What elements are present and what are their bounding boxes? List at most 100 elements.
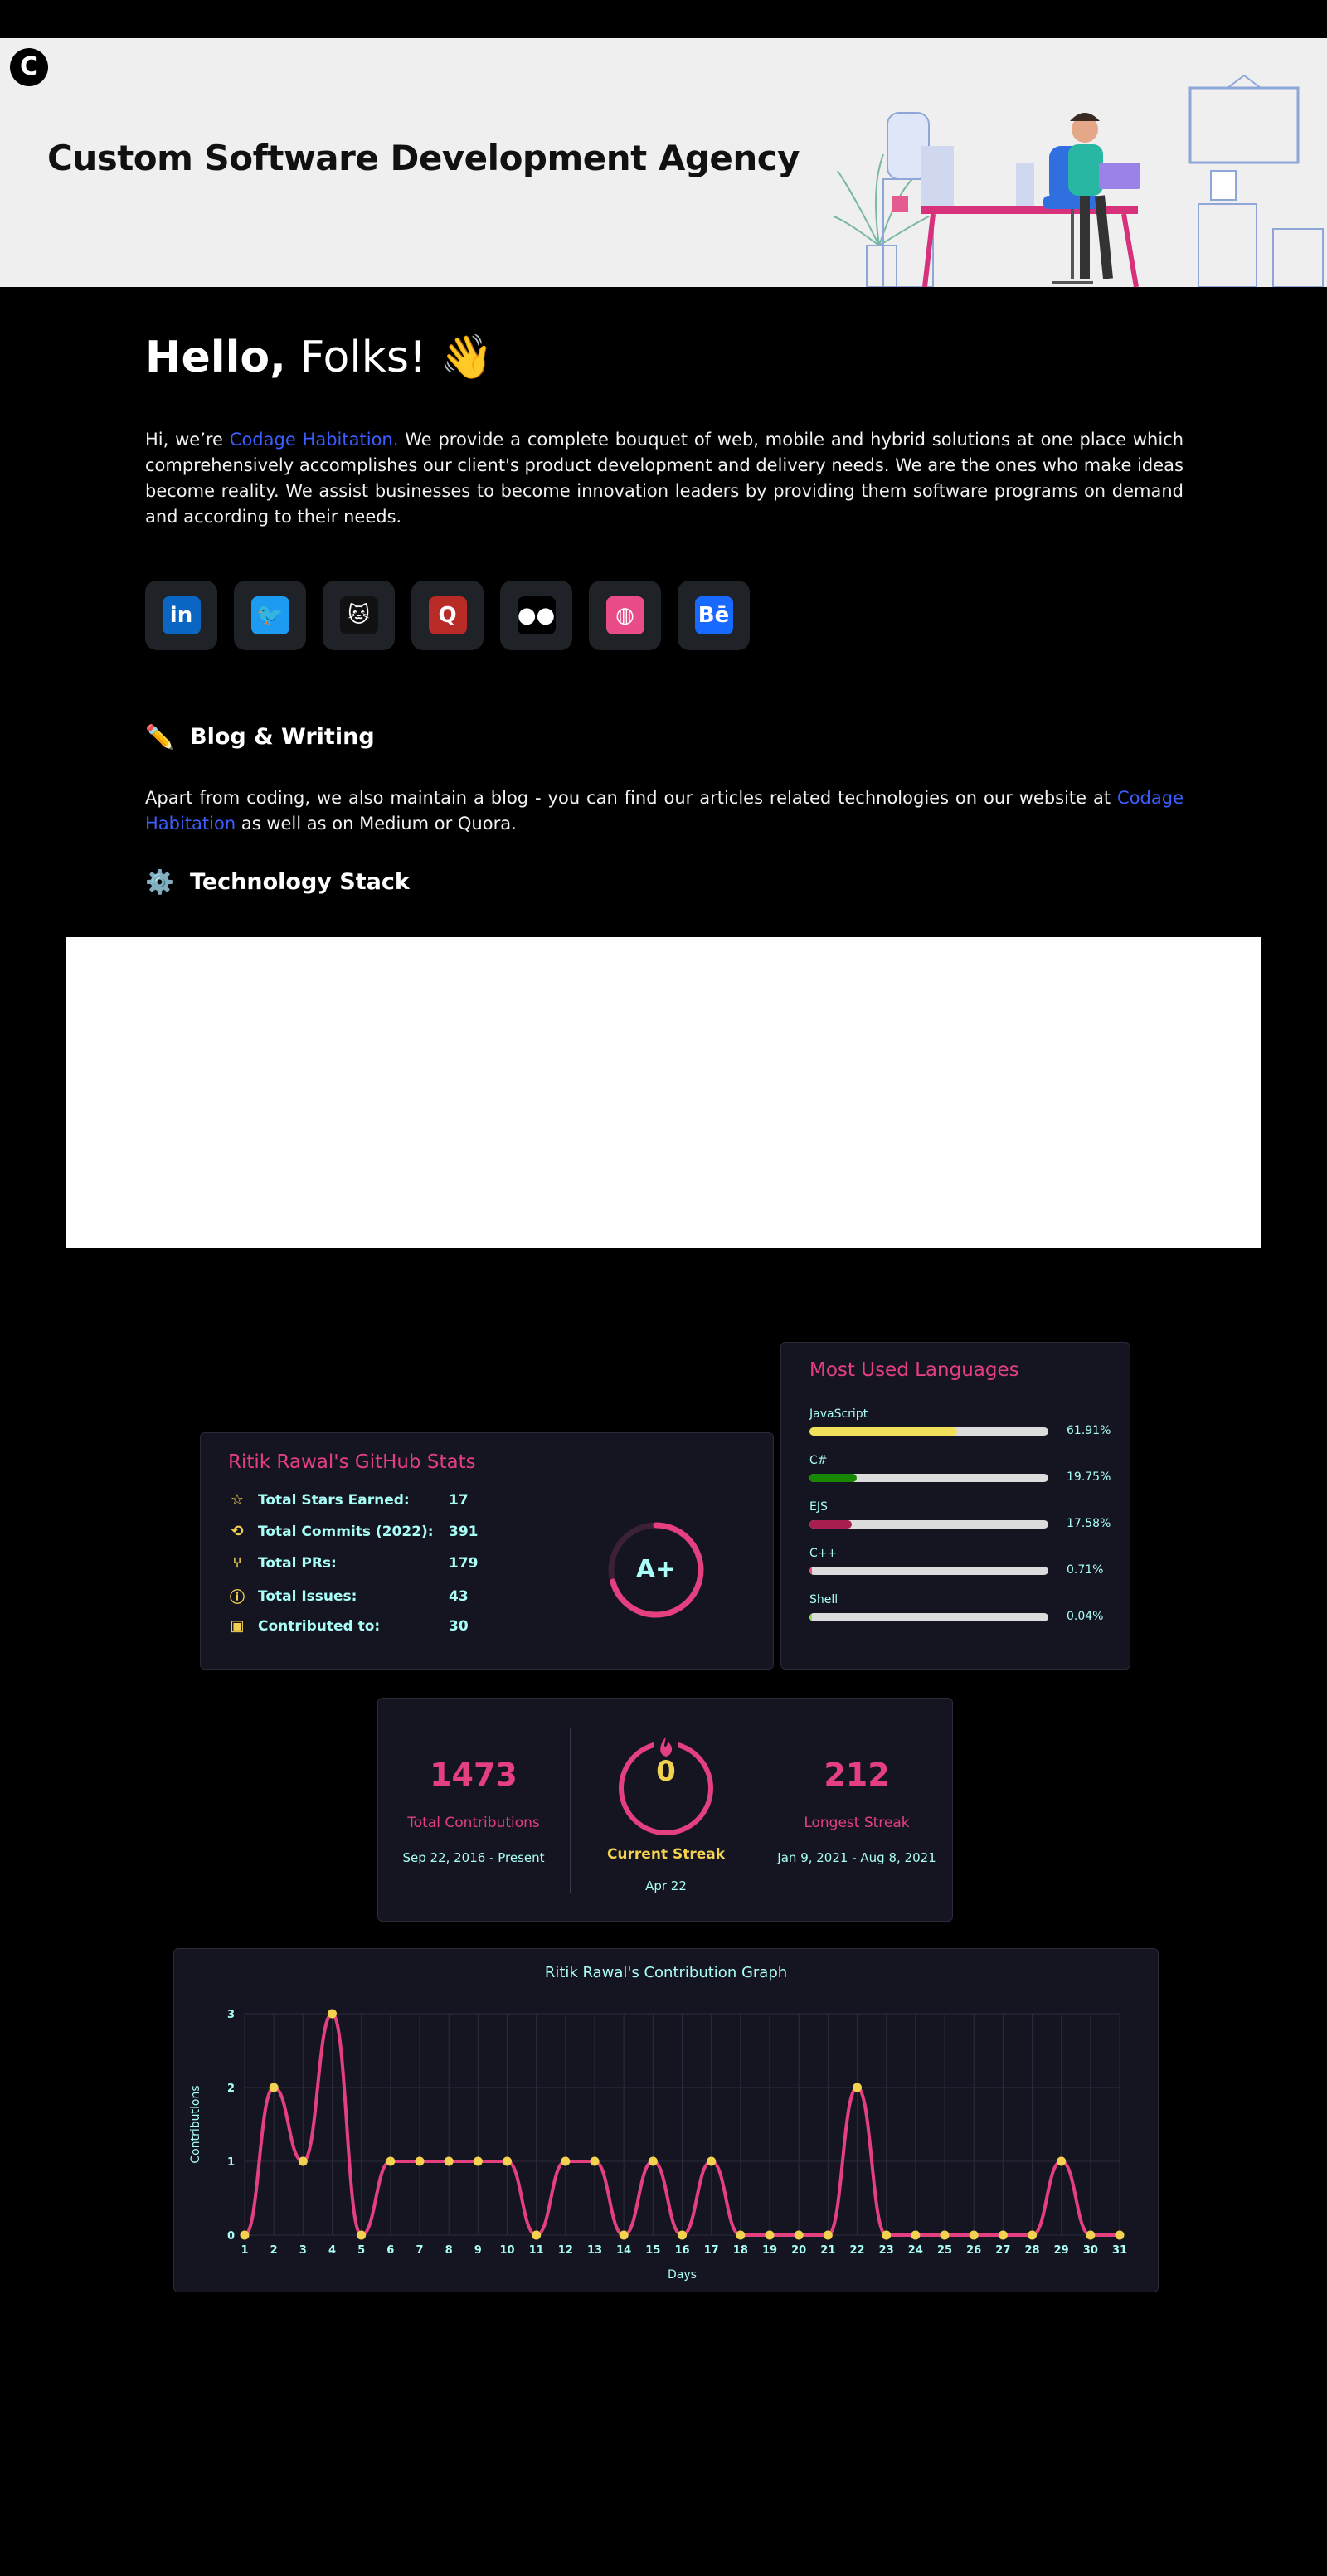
intro-text-start: Hi, we’re: [145, 430, 230, 450]
data-point: [473, 2156, 483, 2166]
tech-section-heading: ⚙️ Technology Stack: [145, 868, 1184, 896]
stat-value: 17: [449, 1491, 469, 1509]
contribution-graph-card: Ritik Rawal's Contribution Graph 1234567…: [173, 1948, 1159, 2292]
language-item: JavaScript 61.91%: [809, 1407, 1116, 1437]
data-point: [386, 2156, 396, 2166]
language-bar-fill: [809, 1427, 958, 1436]
data-point: [503, 2156, 512, 2166]
x-tick-label: 21: [820, 2244, 835, 2257]
pencil-icon: ✏️: [145, 724, 174, 750]
total-contributions-label: Total Contributions: [407, 1815, 540, 1831]
data-point: [1057, 2156, 1067, 2166]
x-tick-label: 20: [791, 2244, 806, 2257]
language-percent: 61.91%: [1067, 1424, 1111, 1437]
banner-title: Custom Software Development Agency: [47, 138, 800, 178]
repo-icon: ▣: [230, 1617, 245, 1635]
blog-heading-label: Blog & Writing: [190, 724, 375, 750]
language-percent: 19.75%: [1067, 1470, 1111, 1484]
social-link-linkedin[interactable]: in: [145, 581, 217, 650]
social-link-medium[interactable]: ●●: [500, 581, 572, 650]
data-point: [269, 2083, 279, 2092]
y-tick-label: 0: [227, 2230, 235, 2243]
x-tick-label: 13: [587, 2244, 602, 2257]
pull-request-icon: ⑂: [232, 1554, 242, 1572]
data-point: [590, 2156, 600, 2166]
stat-row: ⟲ Total Commits (2022): 391: [228, 1523, 478, 1540]
social-link-behance[interactable]: Bē: [678, 581, 750, 650]
longest-streak-range: Jan 9, 2021 - Aug 8, 2021: [777, 1850, 936, 1865]
x-tick-label: 8: [445, 2244, 453, 2257]
blog-section-heading: ✏️ Blog & Writing: [145, 723, 1184, 751]
github-icon: 🐱: [339, 596, 378, 634]
languages-title: Most Used Languages: [809, 1359, 1019, 1381]
longest-streak-label: Longest Streak: [804, 1815, 910, 1831]
current-streak-label: Current Streak: [606, 1846, 726, 1863]
total-contributions-column: 1473 Total Contributions Sep 22, 2016 - …: [378, 1699, 569, 1921]
data-point: [444, 2156, 454, 2166]
github-stats-card: Ritik Rawal's GitHub Stats ☆ Total Stars …: [200, 1432, 774, 1670]
tech-stack-panel: [66, 937, 1261, 1248]
x-tick-label: 30: [1083, 2244, 1098, 2257]
tech-heading-label: Technology Stack: [190, 869, 410, 895]
data-point: [561, 2156, 571, 2166]
language-name: C#: [809, 1454, 828, 1467]
longest-streak-column: 212 Longest Streak Jan 9, 2021 - Aug 8, …: [761, 1699, 952, 1921]
stat-value: 43: [449, 1588, 469, 1605]
data-point: [1115, 2230, 1125, 2240]
blog-text-end: as well as on Medium or Quora.: [236, 814, 517, 834]
language-bar: [809, 1520, 1048, 1529]
data-point: [823, 2230, 833, 2240]
stat-label: Total Commits (2022):: [258, 1523, 434, 1540]
x-tick-label: 28: [1024, 2244, 1039, 2257]
x-tick-label: 6: [386, 2244, 394, 2257]
x-tick-label: 10: [499, 2244, 514, 2257]
data-point: [532, 2230, 542, 2240]
stat-row: ☆ Total Stars Earned: 17: [228, 1491, 469, 1509]
stat-label: Total Stars Earned:: [258, 1491, 410, 1509]
x-tick-label: 11: [529, 2244, 544, 2257]
language-percent: 17.58%: [1067, 1517, 1111, 1530]
x-tick-label: 29: [1054, 2244, 1069, 2257]
social-link-twitter[interactable]: 🐦: [234, 581, 306, 650]
commit-icon: ⟲: [231, 1523, 244, 1540]
stat-value: 30: [449, 1617, 469, 1635]
x-tick-label: 31: [1112, 2244, 1127, 2257]
language-item: Shell 0.04%: [809, 1593, 1116, 1623]
y-tick-label: 3: [227, 2009, 235, 2021]
data-point: [853, 2083, 862, 2092]
data-point: [619, 2230, 629, 2240]
quora-icon: Q: [428, 596, 467, 634]
x-tick-label: 4: [328, 2244, 336, 2257]
social-link-quora[interactable]: Q: [411, 581, 484, 650]
language-name: EJS: [809, 1500, 828, 1514]
data-point: [1028, 2230, 1037, 2240]
x-tick-label: 18: [733, 2244, 748, 2257]
grade-label: A+: [635, 1555, 677, 1584]
data-point: [882, 2230, 892, 2240]
data-point: [298, 2156, 308, 2166]
x-tick-label: 1: [241, 2244, 248, 2257]
x-tick-label: 5: [357, 2244, 365, 2257]
y-axis-label: Contributions: [189, 2085, 202, 2163]
stat-value: 179: [449, 1554, 479, 1572]
data-point: [240, 2230, 250, 2240]
data-point: [648, 2156, 658, 2166]
stat-label: Total Issues:: [258, 1588, 357, 1605]
social-link-github[interactable]: 🐱: [323, 581, 395, 650]
logo[interactable]: C: [10, 48, 48, 86]
language-item: C# 19.75%: [809, 1454, 1116, 1484]
data-point: [794, 2230, 804, 2240]
data-point: [911, 2230, 921, 2240]
data-point: [357, 2230, 367, 2240]
x-tick-label: 23: [879, 2244, 894, 2257]
x-tick-label: 22: [849, 2244, 864, 2257]
company-link[interactable]: Codage Habitation.: [230, 430, 399, 450]
stats-title: Ritik Rawal's GitHub Stats: [228, 1451, 476, 1473]
linkedin-icon: in: [162, 596, 201, 634]
language-name: C++: [809, 1547, 838, 1560]
social-links: in 🐦 🐱 Q ●● ◍ Bē: [145, 581, 1184, 650]
social-link-dribbble[interactable]: ◍: [589, 581, 661, 650]
y-tick-label: 2: [227, 2083, 235, 2095]
x-tick-label: 9: [474, 2244, 482, 2257]
stat-row: ▣ Contributed to: 30: [228, 1617, 469, 1635]
